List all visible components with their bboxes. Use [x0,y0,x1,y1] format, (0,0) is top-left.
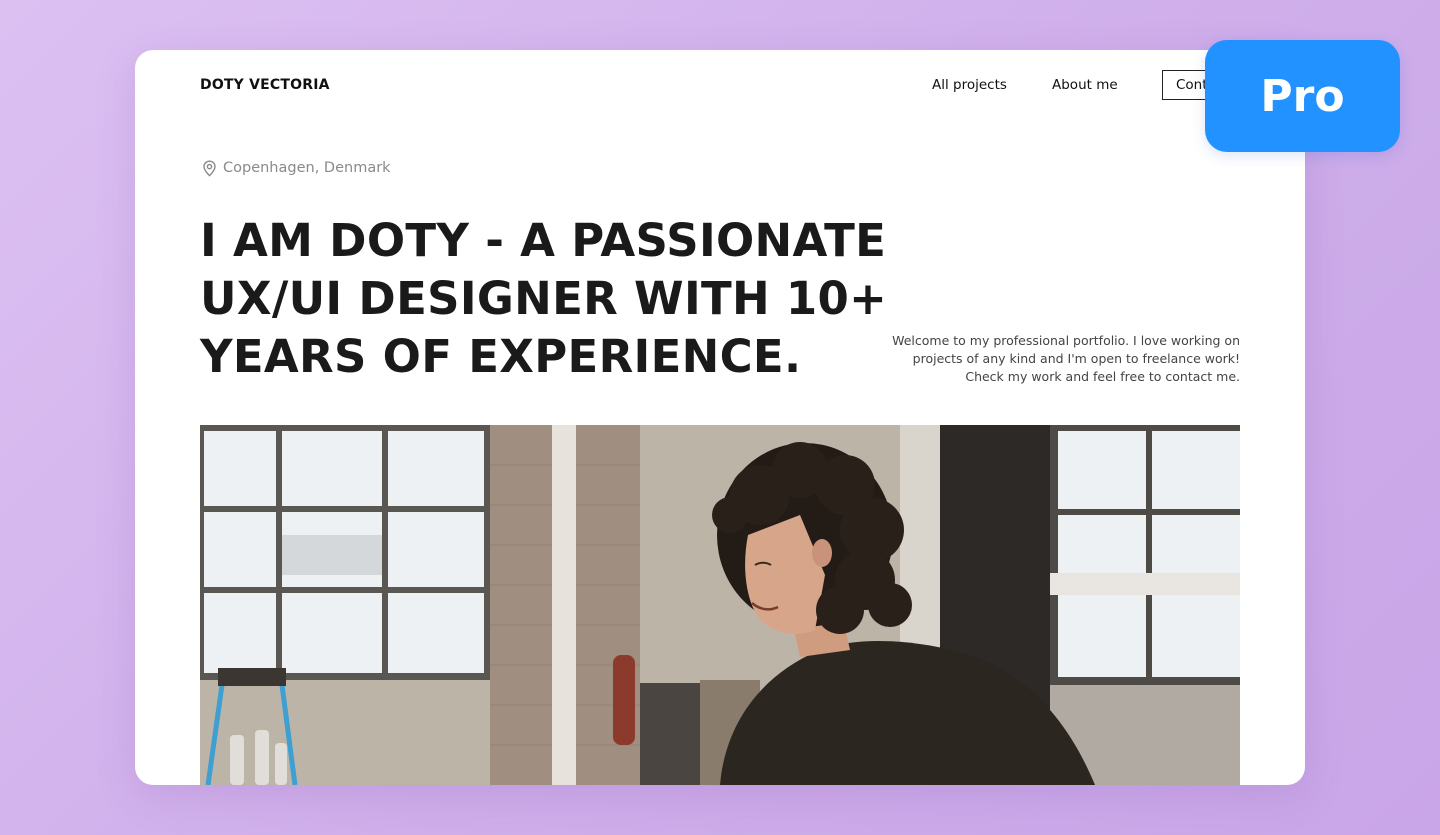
map-pin-icon [203,159,216,177]
top-navigation: DOTY VECTORIA All projects About me Cont… [135,50,1305,122]
nav-link-about-me[interactable]: About me [1052,77,1118,93]
hero-photo [200,425,1240,785]
intro-line: projects of any kind and I'm open to fre… [912,351,1240,366]
location-label: Copenhagen, Denmark [223,160,391,176]
location: Copenhagen, Denmark [202,158,391,178]
intro-line: Check my work and feel free to contact m… [965,369,1240,384]
headline-line: I AM DOTY - A PASSIONATE [200,214,887,267]
nav-link-all-projects[interactable]: All projects [932,77,1007,93]
intro-line: Welcome to my professional portfolio. I … [892,333,1240,348]
headline-line: YEARS OF EXPERIENCE. [200,330,802,383]
site-logo[interactable]: DOTY VECTORIA [200,77,330,93]
pro-badge: Pro [1205,40,1400,152]
intro-text: Welcome to my professional portfolio. I … [835,332,1240,386]
designer-portrait-image [200,425,1240,785]
hero-headline: I AM DOTY - A PASSIONATE UX/UI DESIGNER … [200,212,920,386]
website-preview-card: DOTY VECTORIA All projects About me Cont… [135,50,1305,785]
headline-line: UX/UI DESIGNER WITH 10+ [200,272,888,325]
